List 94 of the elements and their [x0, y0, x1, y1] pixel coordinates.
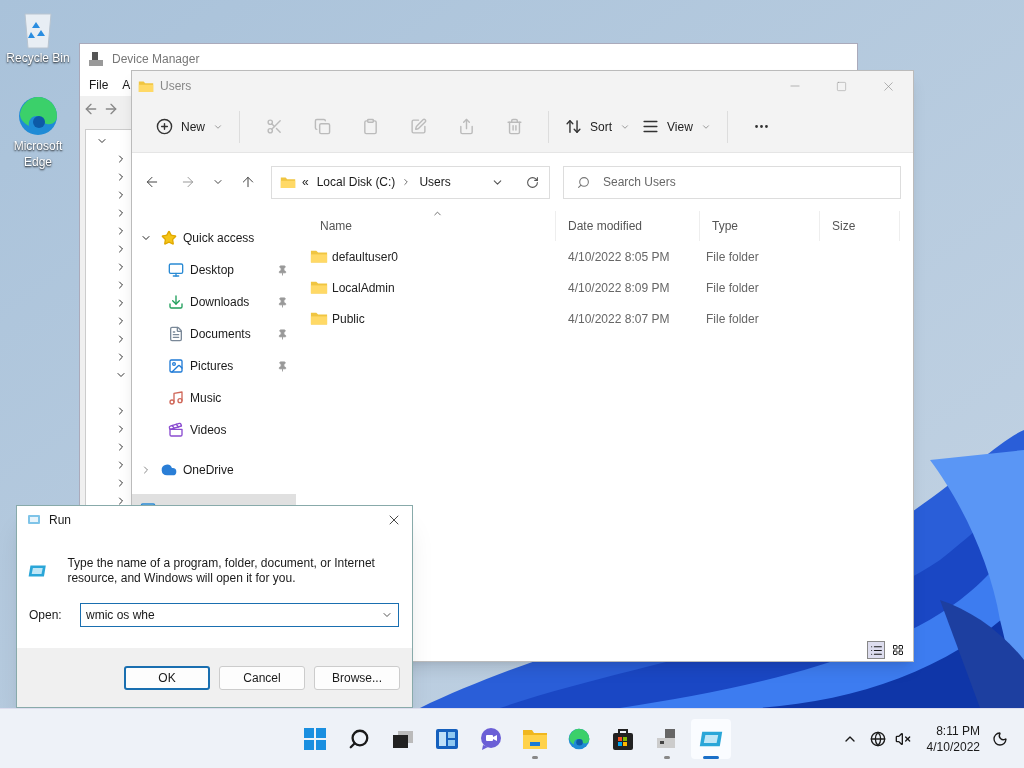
edge-icon — [16, 94, 60, 138]
folder-icon — [310, 249, 328, 264]
window-title: Run — [49, 512, 72, 529]
moon-icon[interactable] — [992, 730, 1008, 747]
view-icon[interactable] — [642, 118, 660, 135]
dialog-button[interactable]: Browse... — [314, 665, 400, 690]
windows-logo-icon — [303, 727, 326, 750]
column-header[interactable]: Type — [700, 211, 820, 241]
view-toggle[interactable] — [867, 641, 885, 659]
nav-item[interactable]: Pictures — [132, 350, 296, 382]
breadcrumb[interactable]: Users — [419, 173, 451, 191]
store-icon — [611, 726, 634, 751]
network-icon[interactable] — [869, 730, 886, 747]
toolbar-button[interactable]: Sort — [559, 110, 637, 143]
open-combobox[interactable]: wmic os whe — [80, 603, 399, 627]
column-header[interactable]: Name — [308, 211, 556, 241]
window-title: Device Manager — [112, 51, 200, 68]
muted-speaker-icon[interactable] — [894, 730, 911, 747]
refresh-icon[interactable] — [526, 175, 539, 189]
details-icon — [869, 643, 883, 657]
search-icon — [577, 175, 590, 189]
up-icon[interactable] — [240, 174, 256, 190]
tiles-icon — [892, 644, 904, 656]
overflow-chevron[interactable]: « — [302, 173, 309, 191]
running-indicator — [663, 755, 670, 759]
star-icon — [161, 230, 177, 246]
folder-icon — [310, 280, 328, 295]
file-name: defaultuser0 — [332, 248, 399, 266]
folder-icon — [138, 79, 154, 93]
window-title: Users — [160, 78, 193, 95]
search-field[interactable]: Search Users — [563, 165, 901, 199]
column-header[interactable]: Size — [820, 211, 900, 241]
folder-icon — [521, 727, 548, 750]
toolbar-button[interactable]: New — [150, 110, 229, 143]
nav-item[interactable]: OneDrive — [132, 454, 296, 486]
folder-icon — [310, 311, 328, 326]
dialog-button[interactable]: Cancel — [219, 665, 305, 690]
back-icon[interactable] — [144, 174, 160, 190]
address-bar[interactable]: « Local Disk (C:) Users — [271, 165, 550, 199]
nav-item[interactable]: Music — [132, 382, 296, 414]
nav-item[interactable]: Desktop — [132, 254, 296, 286]
pin-icon[interactable] — [277, 360, 288, 372]
menu-item[interactable]: File — [89, 76, 109, 94]
date-cell-text: 4/10/2022 8:09 PM — [567, 279, 671, 297]
download-icon — [168, 294, 184, 310]
type-cell-text: File folder — [705, 279, 760, 297]
cloud-icon — [161, 462, 177, 478]
nav-item[interactable]: Videos — [132, 414, 296, 446]
picture-icon — [168, 358, 184, 374]
open-label: Open: — [29, 607, 63, 624]
date-cell-text: 4/10/2022 8:07 PM — [567, 310, 671, 328]
document-icon — [168, 326, 184, 342]
type-cell-text: File folder — [705, 310, 760, 328]
search-icon — [347, 727, 370, 750]
file-row[interactable]: defaultuser0 4/10/2022 8:05 PM File folder — [308, 241, 913, 272]
type-cell-text: File folder — [705, 248, 760, 266]
task-view-icon — [391, 728, 414, 749]
back-icon[interactable] — [83, 101, 99, 117]
running-indicator — [702, 755, 719, 759]
forward-icon[interactable] — [103, 101, 119, 117]
nav-item[interactable]: Downloads — [132, 286, 296, 318]
widgets-icon — [434, 727, 459, 750]
music-icon — [168, 390, 184, 406]
pin-icon[interactable] — [277, 264, 288, 276]
breadcrumb[interactable]: Local Disk (C:) — [316, 173, 396, 191]
toolbar-button[interactable]: View — [636, 110, 717, 143]
file-row[interactable]: Public 4/10/2022 8:07 PM File folder — [308, 303, 913, 334]
computer-icon — [88, 51, 104, 67]
new-icon[interactable] — [156, 118, 173, 135]
column-header[interactable]: Date modified — [556, 211, 700, 241]
forward-icon[interactable] — [180, 174, 196, 190]
maximize-icon[interactable] — [836, 80, 847, 92]
nav-item[interactable]: Documents — [132, 318, 296, 350]
sort-icon[interactable] — [565, 118, 582, 135]
file-name: LocalAdmin — [332, 279, 395, 297]
nav-item[interactable]: Quick access — [132, 222, 296, 254]
dialog-button[interactable]: OK — [124, 665, 210, 690]
instruction-text: Type the name of a program, folder, document, or Internet resource, and Windows will open it for you. — [67, 556, 376, 586]
run-icon — [27, 514, 41, 526]
recycle-bin-icon — [21, 10, 55, 50]
pin-icon[interactable] — [277, 328, 288, 340]
video-icon — [168, 422, 184, 438]
file-name: Public — [332, 310, 365, 328]
menu-item[interactable]: A — [122, 76, 131, 94]
desktop-icon — [168, 262, 184, 278]
running-indicator — [531, 755, 538, 759]
pin-icon[interactable] — [277, 296, 288, 308]
chat-icon — [478, 726, 503, 751]
folder-icon — [280, 175, 296, 189]
clock-time[interactable]: 8:11 PM — [936, 722, 980, 739]
file-row[interactable]: LocalAdmin 4/10/2022 8:09 PM File folder — [308, 272, 913, 303]
date-cell-text: 4/10/2022 8:05 PM — [567, 248, 671, 266]
edge-icon — [566, 726, 591, 751]
clock-date[interactable]: 4/10/2022 — [926, 738, 980, 755]
